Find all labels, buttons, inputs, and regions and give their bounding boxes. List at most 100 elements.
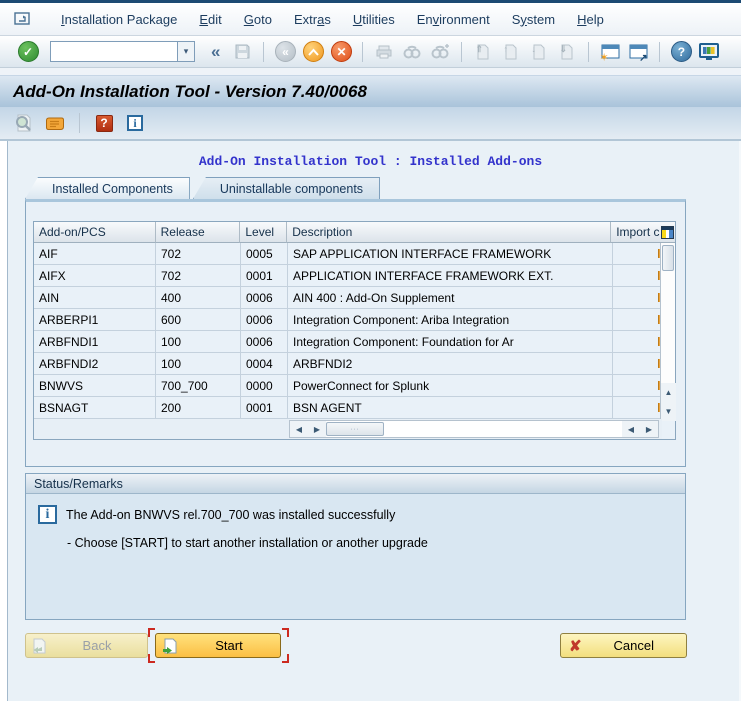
printer-icon [375,44,393,60]
focus-bracket-icon [148,628,155,637]
cell-description: PowerConnect for Splunk [288,375,613,397]
cell-addon: ARBFNDI1 [34,331,156,353]
binoculars-plus-icon [431,44,449,59]
menu-environment[interactable]: Environment [406,8,501,31]
help-button[interactable]: ? [669,40,693,64]
dynpro-content-area: Add-On Installation Tool : Installed Add… [0,141,741,701]
display-search-button[interactable] [12,111,36,135]
collapse-toolbar-icon[interactable]: « [205,42,226,62]
status-message: The Add-on BNWVS rel.700_700 was install… [66,505,395,522]
menu-goto[interactable]: Goto [233,8,283,31]
cell-addon: AIFX [34,265,156,287]
column-header-addon[interactable]: Add-on/PCS [34,222,156,243]
monitor-icon [699,43,719,61]
cell-description: Integration Component: Foundation for Ar [288,331,613,353]
binoculars-icon [403,44,421,59]
horizontal-scrollbar-thumb[interactable]: ∙∙∙ [326,422,384,436]
menu-installation-package[interactable]: Installation Package [50,8,188,31]
create-shortcut-button[interactable]: ↗ [626,40,650,64]
table-row[interactable]: AIFX 702 0001 APPLICATION INTERFACE FRAM… [34,265,675,287]
menu-extras[interactable]: Extras [283,8,342,31]
scroll-left-button-right-end[interactable]: ◀ [622,421,640,437]
menu-help[interactable]: Help [566,8,615,31]
table-row[interactable]: AIN 400 0006 AIN 400 : Add-On Supplement [34,287,675,309]
documentation-help-button[interactable]: ? [92,111,116,135]
cell-import [613,243,662,265]
cell-addon: ARBFNDI2 [34,353,156,375]
start-button[interactable]: Start [155,633,281,658]
page-down-button[interactable]: ↓ [527,40,551,64]
information-button[interactable]: i [123,111,147,135]
cell-level: 0000 [241,375,288,397]
last-page-button[interactable]: ⇓ [555,40,579,64]
cell-level: 0001 [241,265,288,287]
back-button-toolbar[interactable]: « [273,40,297,64]
scroll-up-button[interactable]: ▲ [661,383,676,402]
command-dropdown-icon[interactable]: ▾ [178,41,195,62]
cell-description: BSN AGENT [288,397,613,419]
horizontal-scrollbar[interactable]: ◀ ▶ ∙∙∙ ◀ ▶ [289,420,659,438]
column-header-release[interactable]: Release [156,222,241,243]
tab-strip: Installed Components Uninstallable compo… [25,177,380,199]
new-session-button[interactable]: ✶ [598,40,622,64]
scroll-right-button[interactable]: ▶ [308,421,326,437]
menu-utilities[interactable]: Utilities [342,8,406,31]
table-row[interactable]: ARBERPI1 600 0006 Integration Component:… [34,309,675,331]
exit-button-toolbar[interactable] [301,40,325,64]
customize-layout-button[interactable] [697,40,721,64]
info-i-icon: i [127,115,143,131]
column-header-import[interactable]: Import c [611,222,660,243]
column-header-level[interactable]: Level [240,222,287,243]
table-configuration-button[interactable] [660,222,675,243]
table-row[interactable]: ARBFNDI2 100 0004 ARBFNDI2 [34,353,675,375]
scroll-right-button-right-end[interactable]: ▶ [640,421,658,437]
scroll-left-button[interactable]: ◀ [290,421,308,437]
print-button[interactable] [372,40,396,64]
cell-release: 200 [156,397,241,419]
magnifier-document-icon [14,114,34,132]
cell-description: APPLICATION INTERFACE FRAMEWORK EXT. [288,265,613,287]
back-button[interactable]: Back [25,633,148,658]
chrome-gap [0,68,741,75]
standard-toolbar: ✓ ▾ « « ✕ ⇑ ↑ ↓ ⇓ ✶ ↗ ? [0,36,741,68]
page-up-button[interactable]: ↑ [499,40,523,64]
table-row[interactable]: BSNAGT 200 0001 BSN AGENT [34,397,675,419]
toolbar-separator [263,42,264,62]
table-row[interactable]: BNWVS 700_700 0000 PowerConnect for Splu… [34,375,675,397]
cell-addon: BSNAGT [34,397,156,419]
find-button[interactable] [400,40,424,64]
cell-release: 400 [156,287,241,309]
first-page-button[interactable]: ⇑ [471,40,495,64]
scrollbar-track[interactable] [384,421,622,437]
cell-import [613,397,662,419]
logs-button[interactable] [43,111,67,135]
gui-menu-icon[interactable] [14,11,34,27]
menu-system[interactable]: System [501,8,566,31]
command-field[interactable] [50,41,178,62]
page-title: Add-On Installation Tool - Version 7.40/… [13,82,367,102]
toolbar-separator [79,113,80,133]
cancel-button[interactable]: ✘ Cancel [560,633,687,658]
toolbar-separator [461,42,462,62]
status-box-title: Status/Remarks [26,474,685,494]
column-header-description[interactable]: Description [287,222,611,243]
scroll-down-button[interactable]: ▼ [661,402,676,421]
find-next-button[interactable] [428,40,452,64]
menu-edit[interactable]: Edit [188,8,232,31]
save-button[interactable] [230,40,254,64]
tab-uninstallable-components[interactable]: Uninstallable components [193,177,380,199]
log-scroll-icon [45,115,65,132]
vertical-scrollbar-thumb[interactable] [662,245,674,271]
cancel-x-red-icon: ✘ [569,637,582,655]
table-row[interactable]: AIF 702 0005 SAP APPLICATION INTERFACE F… [34,243,675,265]
vertical-scrollbar[interactable]: ▲ ▼ [660,243,675,421]
cell-addon: AIN [34,287,156,309]
tab-installed-components[interactable]: Installed Components [25,177,190,199]
table-row[interactable]: ARBFNDI1 100 0006 Integration Component:… [34,331,675,353]
help-question-icon: ? [671,41,692,62]
cancel-button-toolbar[interactable]: ✕ [329,40,353,64]
cell-import [613,287,662,309]
cancel-x-icon: ✕ [331,41,352,62]
enter-button[interactable]: ✓ [16,40,40,64]
status-remarks-box: Status/Remarks i The Add-on BNWVS rel.70… [25,473,686,620]
